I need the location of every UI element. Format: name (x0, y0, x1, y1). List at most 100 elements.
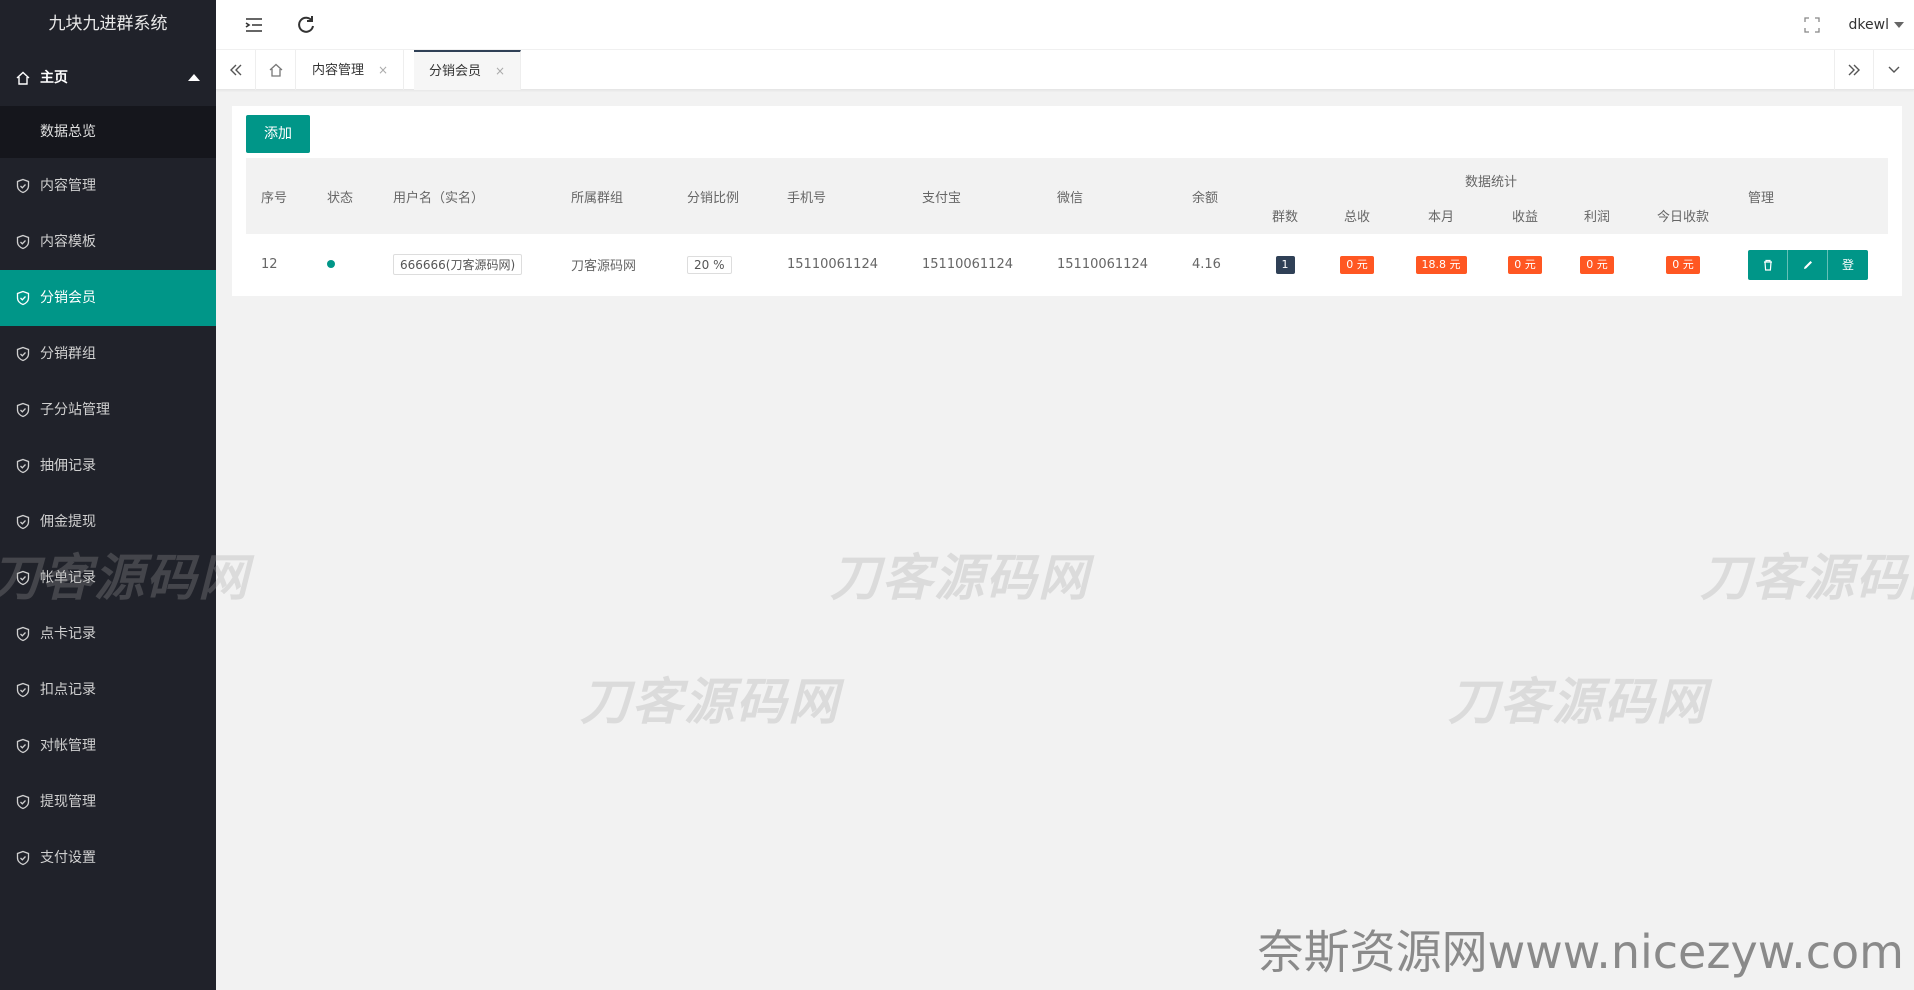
sidebar-item[interactable]: 支付设置 (0, 830, 216, 886)
tab-home-button[interactable] (256, 50, 296, 90)
close-icon[interactable]: × (378, 63, 388, 77)
add-button[interactable]: 添加 (246, 115, 310, 153)
sidebar-item[interactable]: 提现管理 (0, 774, 216, 830)
username-tag: 666666(刀客源码网) (393, 254, 523, 275)
tab-scroll-left-button[interactable] (216, 50, 256, 90)
col-today: 今日收款 (1656, 209, 1709, 225)
pencil-icon (1803, 260, 1812, 269)
sidebar-subitem-overview[interactable]: 数据总览 (0, 106, 216, 158)
cell-no: 12 (261, 257, 278, 272)
col-groups: 群数 (1271, 209, 1298, 225)
watermark: 刀客源码网 (580, 673, 840, 731)
today-badge: 0 元 (1666, 255, 1700, 274)
tab-options-button[interactable] (1874, 50, 1914, 90)
col-income: 收益 (1511, 209, 1538, 225)
login-button[interactable]: 登 (1828, 249, 1868, 280)
delete-button[interactable] (1748, 249, 1788, 280)
tab-distribution-members[interactable]: 分销会员 × (414, 50, 522, 90)
user-menu[interactable]: dkewl (1849, 0, 1904, 50)
shield-check-icon (16, 682, 30, 698)
sidebar-item-label: 分销会员 (40, 290, 96, 306)
cell-username: 666666(刀客源码网) (378, 234, 556, 295)
col-status: 状态 (327, 190, 354, 206)
sidebar-item[interactable]: 抽佣记录 (0, 438, 216, 494)
fullscreen-icon[interactable] (1802, 15, 1822, 35)
cell-balance: 4.16 (1192, 257, 1221, 272)
col-month: 本月 (1427, 209, 1454, 225)
sidebar-item-label: 分销群组 (40, 346, 96, 362)
shield-check-icon (16, 626, 30, 642)
sidebar-item-label: 点卡记录 (40, 626, 96, 642)
col-balance: 余额 (1192, 190, 1219, 206)
col-profit: 利润 (1583, 209, 1610, 225)
col-phone: 手机号 (787, 190, 827, 206)
caret-down-icon (1894, 22, 1904, 28)
shield-check-icon (16, 178, 30, 194)
chevron-down-icon (1888, 66, 1900, 73)
col-ratio: 分销比例 (687, 190, 740, 206)
shield-check-icon (16, 794, 30, 810)
tab-bar: 内容管理 × 分销会员 × (216, 50, 1914, 90)
profit-badge: 0 元 (1580, 255, 1614, 274)
cell-today: 0 元 (1633, 234, 1733, 295)
col-alipay: 支付宝 (922, 190, 962, 206)
refresh-icon[interactable] (294, 13, 318, 37)
income-badge: 0 元 (1508, 255, 1542, 274)
col-total: 总收 (1343, 209, 1370, 225)
watermark: 刀客源码网 (1448, 673, 1708, 731)
sidebar-item[interactable]: 内容模板 (0, 214, 216, 270)
cell-wechat: 15110061124 (1057, 257, 1148, 272)
sidebar-item-label: 扣点记录 (40, 682, 96, 698)
col-no: 序号 (261, 190, 288, 206)
table-header-row: 序号 状态 用户名（实名） 所属群组 分销比例 手机号 支付宝 微信 余额 数据… (246, 158, 1888, 206)
groups-badge: 1 (1275, 255, 1295, 274)
sidebar-item[interactable]: 对帐管理 (0, 718, 216, 774)
menu-fold-icon[interactable] (242, 13, 266, 37)
sidebar-item[interactable]: 分销群组 (0, 326, 216, 382)
shield-check-icon (16, 514, 30, 530)
top-header: dkewl (216, 0, 1914, 50)
tab-label: 分销会员 (429, 64, 482, 79)
sidebar-item[interactable]: 内容管理 (0, 158, 216, 214)
watermark: 刀客源码网 (0, 549, 250, 607)
app-title: 九块九进群系统 (48, 14, 168, 34)
ratio-tag: 20 % (687, 255, 732, 274)
cell-phone: 15110061124 (787, 257, 878, 272)
shield-check-icon (16, 738, 30, 754)
home-icon (269, 63, 282, 77)
sidebar-item-label: 佣金提现 (40, 514, 96, 530)
table-row: 12 666666(刀客源码网) 刀客源码网 20 % 15110061124 … (246, 234, 1888, 295)
member-list-card: 添加 序号 状态 用户名（实名） 所属群组 分销比例 手机号 支付宝 微信 余额… (232, 106, 1902, 296)
sidebar-item-home[interactable]: 主页 (0, 50, 216, 106)
edit-button[interactable] (1788, 249, 1828, 280)
cell-alipay: 15110061124 (922, 257, 1013, 272)
col-username: 用户名（实名） (393, 190, 485, 206)
close-icon[interactable]: × (495, 64, 505, 78)
sidebar-item[interactable]: 分销会员 (0, 270, 216, 326)
sidebar-item-label: 支付设置 (40, 850, 96, 866)
month-badge: 18.8 元 (1415, 255, 1467, 274)
sidebar-item-label: 对帐管理 (40, 738, 96, 754)
sidebar-item[interactable]: 子分站管理 (0, 382, 216, 438)
sidebar-subitem-label: 数据总览 (40, 124, 96, 140)
col-wechat: 微信 (1057, 190, 1084, 206)
shield-check-icon (16, 402, 30, 418)
cell-groups: 1 (1249, 234, 1321, 295)
cell-total: 0 元 (1321, 234, 1393, 295)
sidebar-item-label: 子分站管理 (40, 402, 110, 418)
sidebar-item[interactable]: 扣点记录 (0, 662, 216, 718)
members-table: 序号 状态 用户名（实名） 所属群组 分销比例 手机号 支付宝 微信 余额 数据… (246, 158, 1888, 295)
shield-check-icon (16, 346, 30, 362)
watermark: 刀客源码网 (1700, 549, 1914, 607)
cell-income: 0 元 (1489, 234, 1561, 295)
tab-content-manage[interactable]: 内容管理 × (297, 50, 405, 90)
sidebar-item-label: 抽佣记录 (40, 458, 96, 474)
double-chevron-right-icon (1848, 64, 1860, 76)
cell-group: 刀客源码网 (571, 259, 637, 274)
tab-scroll-right-button[interactable] (1834, 50, 1874, 90)
shield-check-icon (16, 234, 30, 250)
sidebar-item[interactable]: 点卡记录 (0, 606, 216, 662)
sidebar-item-label: 主页 (40, 70, 68, 86)
footer-watermark: 奈斯资源网www.nicezyw.com (1257, 925, 1904, 979)
username: dkewl (1848, 17, 1889, 33)
